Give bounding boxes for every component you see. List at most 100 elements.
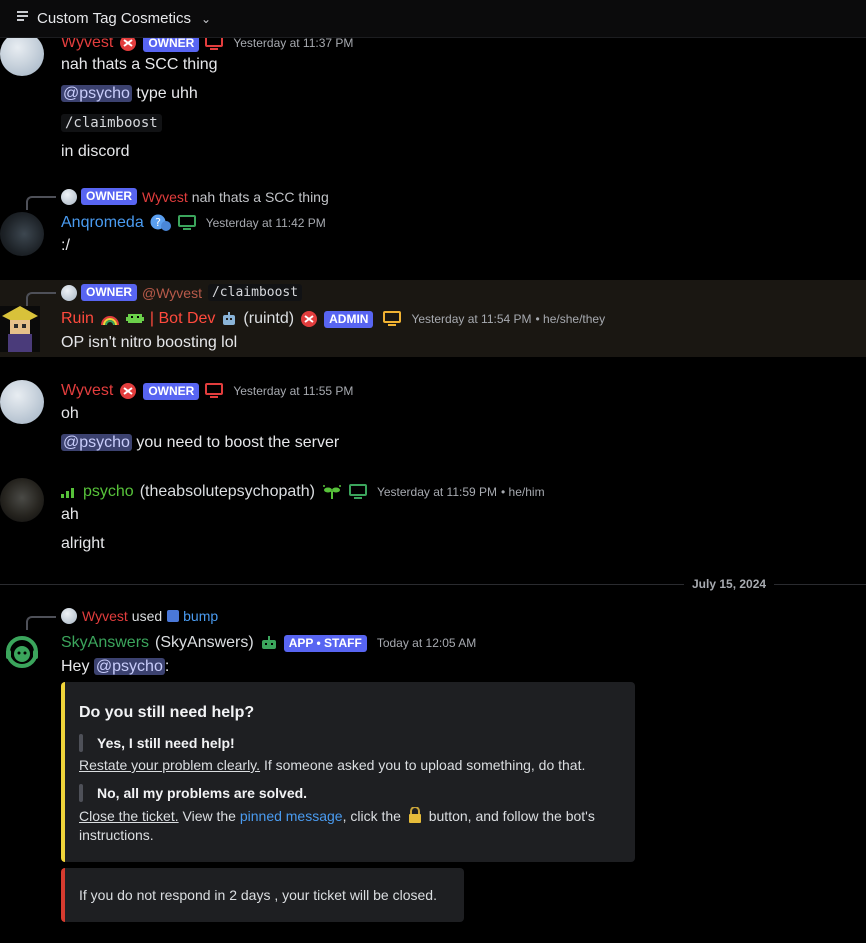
reply-avatar	[61, 284, 77, 301]
author-name[interactable]: Wyvest	[61, 382, 113, 400]
embed-underline-text: Close the ticket.	[79, 808, 179, 824]
invader-emoji-icon	[125, 311, 144, 327]
pronouns: • he/she/they	[535, 312, 606, 326]
chevron-down-icon[interactable]: ⌄	[201, 12, 211, 26]
embed-text: , click the	[342, 808, 401, 824]
blockquote: No, all my problems are solved.	[79, 784, 307, 802]
bot-icon	[260, 635, 278, 651]
embed-text: View the	[182, 808, 236, 824]
avatar[interactable]	[0, 380, 44, 424]
role-tag: OWNER	[81, 284, 137, 301]
message-text: alright	[61, 535, 105, 552]
message-ruin: OWNER @Wyvest /claimboost Ruin | Bot Dev…	[0, 282, 866, 356]
command-icon	[167, 610, 180, 622]
author-handle: (theabsolutepsychopath)	[139, 483, 315, 500]
message-header: Anqromeda ? Yesterday at 11:42 PM	[61, 214, 326, 232]
reply-avatar	[61, 608, 77, 624]
timestamp[interactable]: Yesterday at 11:59 PM	[377, 485, 497, 499]
avatar[interactable]	[0, 32, 44, 76]
role-tag: OWNER	[81, 188, 137, 205]
command-name: bump	[183, 608, 219, 624]
author-suffix: | Bot Dev	[149, 310, 216, 327]
message-psycho: psycho (theabsolutepsychopath) Yesterday…	[0, 478, 866, 558]
reply-preview[interactable]: OWNER @Wyvest /claimboost	[26, 284, 303, 306]
message-text: type uhh	[136, 85, 198, 102]
reply-avatar	[61, 188, 77, 205]
author-name[interactable]: psycho	[83, 483, 134, 501]
embed-title: Do you still need help?	[79, 704, 255, 721]
author-name[interactable]: Ruin	[61, 310, 94, 328]
lock-icon	[408, 806, 422, 826]
message-text: oh	[61, 405, 79, 422]
author-name[interactable]: SkyAnswers	[61, 634, 149, 652]
message-text: ah	[61, 506, 79, 523]
message-line: nah thats a SCC thing	[61, 56, 218, 73]
reply-author[interactable]: @Wyvest	[142, 285, 202, 301]
message-header: Wyvest OWNER Yesterday at 11:55 PM	[61, 382, 353, 400]
reply-preview[interactable]: Wyvest used bump	[26, 608, 218, 630]
role-tag: OWNER	[143, 382, 200, 400]
embed-line: Close the ticket. View the pinned messag…	[79, 806, 595, 826]
message-header: SkyAnswers (SkyAnswers) APP • STAFF Toda…	[61, 634, 476, 652]
slash-command[interactable]: bump	[167, 608, 218, 624]
author-name[interactable]: Anqromeda	[61, 214, 144, 232]
timestamp[interactable]: Today at 12:05 AM	[377, 636, 476, 650]
message-text: :	[164, 658, 170, 675]
forum-thread-icon	[16, 9, 30, 28]
shield-badge-icon	[119, 382, 137, 400]
reply-author[interactable]: Wyvest	[82, 608, 128, 624]
ticket-warning-embed: If you do not respond in 2 days , your t…	[61, 868, 464, 922]
message-header: Ruin | Bot Dev (ruintd) ADMIN Yesterday …	[61, 310, 605, 328]
message-line: Hey @psycho:	[61, 658, 169, 676]
channel-header: Custom Tag Cosmetics ⌄	[0, 0, 866, 38]
blockquote: Yes, I still need help!	[79, 734, 235, 752]
avatar[interactable]	[0, 306, 40, 352]
embed-line: Restate your problem clearly. If someone…	[79, 757, 585, 773]
avatar[interactable]	[0, 632, 44, 676]
monitor-icon	[177, 215, 196, 231]
shield-badge-icon	[300, 310, 318, 328]
inline-code: /claimboost	[207, 284, 303, 301]
blockquote-text: No, all my problems are solved.	[97, 785, 308, 801]
reply-preview[interactable]: OWNER Wyvest nah thats a SCC thing	[26, 188, 329, 210]
message-header: psycho (theabsolutepsychopath) Yesterday…	[61, 483, 545, 501]
reply-text: used	[131, 608, 163, 624]
svg-text:?: ?	[155, 216, 161, 229]
avatar[interactable]	[0, 212, 44, 256]
monitor-icon	[383, 311, 402, 327]
message-line: @psycho type uhh	[61, 85, 198, 103]
user-mention[interactable]: @psycho	[61, 434, 132, 451]
help-bubble-icon: ?	[150, 214, 172, 232]
monitor-icon	[205, 383, 224, 399]
message-text: you need to boost the server	[136, 434, 340, 451]
embed-text: button, and follow the bot's	[428, 808, 595, 824]
embed-text: If someone asked you to upload something…	[263, 757, 586, 773]
timestamp[interactable]: Yesterday at 11:54 PM	[411, 312, 531, 326]
user-mention[interactable]: @psycho	[61, 85, 132, 102]
user-mention[interactable]: @psycho	[93, 658, 165, 675]
timestamp[interactable]: Yesterday at 11:42 PM	[206, 216, 326, 230]
message-wyvest-2: Wyvest OWNER Yesterday at 11:55 PM oh @p…	[0, 380, 866, 460]
signal-bars-icon	[61, 486, 75, 498]
avatar[interactable]	[0, 478, 44, 522]
rainbow-emoji-icon	[100, 311, 120, 327]
reply-author[interactable]: Wyvest	[142, 189, 188, 205]
message-text: OP isn't nitro boosting lol	[61, 334, 238, 351]
date-divider-label: July 15, 2024	[684, 577, 775, 591]
monitor-icon	[348, 484, 367, 500]
message-line: @psycho you need to boost the server	[61, 434, 339, 452]
pronouns: • he/him	[501, 485, 545, 499]
robot-emoji-icon	[221, 311, 237, 327]
timestamp[interactable]: Yesterday at 11:37 PM	[233, 36, 353, 50]
reply-text: nah thats a SCC thing	[191, 188, 329, 205]
pinned-message-link[interactable]: pinned message	[240, 808, 343, 824]
channel-title[interactable]: Custom Tag Cosmetics	[37, 10, 191, 27]
author-handle: (SkyAnswers)	[155, 634, 254, 651]
message-anqromeda: OWNER Wyvest nah thats a SCC thing Anqro…	[0, 186, 866, 266]
app-staff-tag: APP • STAFF	[283, 634, 367, 652]
embed-underline-text: Restate your problem clearly.	[79, 757, 261, 773]
sprout-emoji-icon	[321, 483, 343, 501]
embed-text: If you do not respond in 2 days , your t…	[79, 887, 437, 903]
embed-text: instructions.	[79, 827, 154, 843]
timestamp[interactable]: Yesterday at 11:55 PM	[233, 384, 353, 398]
